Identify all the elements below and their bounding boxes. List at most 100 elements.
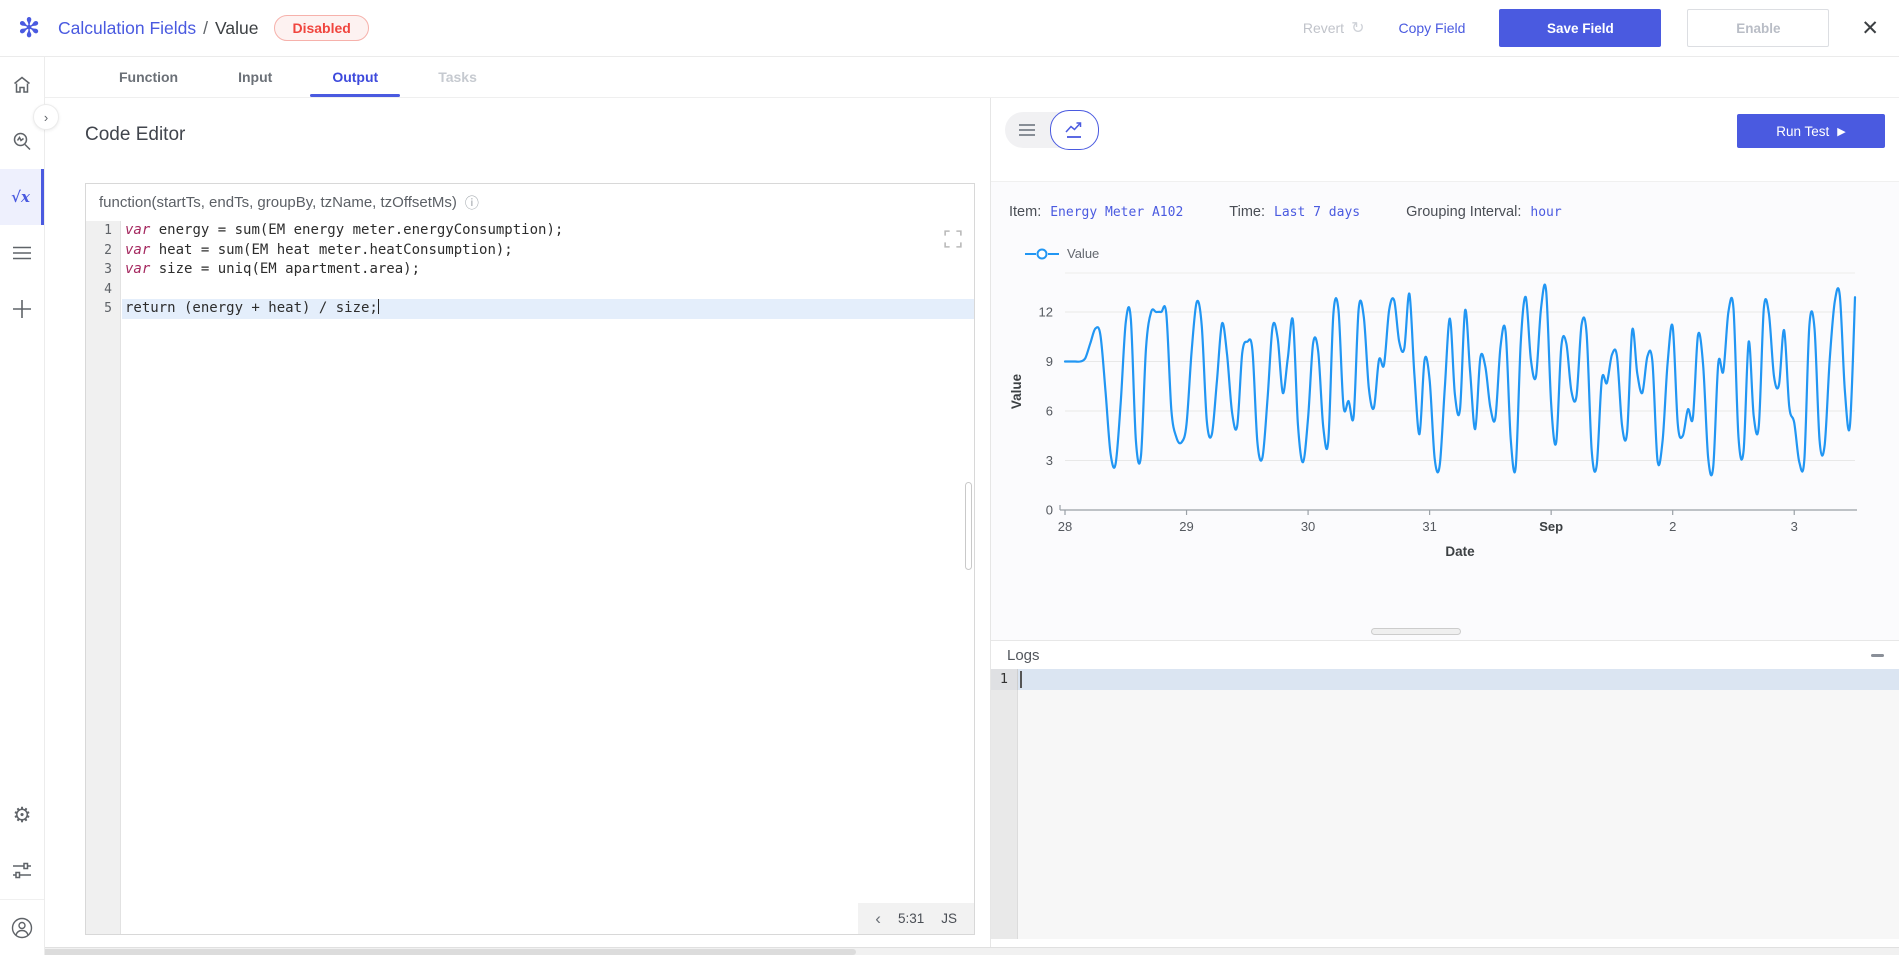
meta-item: Item: Energy Meter A102 bbox=[1009, 204, 1183, 220]
chart-plot[interactable]: 03691228293031Sep23DateValue bbox=[1005, 265, 1899, 567]
legend-label: Value bbox=[1067, 246, 1099, 261]
app-header: ✻ Calculation Fields / Value Disabled Re… bbox=[0, 0, 1899, 57]
info-icon[interactable]: ⓘ bbox=[465, 193, 479, 213]
sidebar-item-home[interactable] bbox=[0, 57, 44, 113]
chart-view-button[interactable] bbox=[1050, 110, 1099, 150]
code-line[interactable]: 5return (energy + heat) / size; bbox=[86, 299, 974, 319]
close-icon[interactable]: ✕ bbox=[1861, 18, 1879, 39]
tab-input[interactable]: Input bbox=[208, 57, 302, 97]
sidebar-item-settings[interactable]: ⚙ bbox=[0, 787, 44, 843]
chart-horizontal-scrollbar[interactable] bbox=[1371, 628, 1461, 635]
view-toggle bbox=[1005, 110, 1099, 150]
svg-text:31: 31 bbox=[1422, 519, 1436, 534]
save-field-button[interactable]: Save Field bbox=[1499, 9, 1661, 47]
sidebar-expand-button[interactable]: › bbox=[33, 104, 59, 130]
code-editor[interactable]: function(startTs, endTs, groupBy, tzName… bbox=[85, 183, 975, 935]
sidebar-item-account[interactable] bbox=[0, 899, 44, 955]
svg-text:3: 3 bbox=[1791, 519, 1798, 534]
svg-text:Date: Date bbox=[1445, 544, 1475, 559]
minimize-icon[interactable] bbox=[1871, 654, 1884, 657]
language-indicator[interactable]: JS bbox=[941, 911, 957, 926]
svg-text:29: 29 bbox=[1179, 519, 1193, 534]
plus-icon bbox=[12, 299, 32, 319]
enable-button[interactable]: Enable bbox=[1687, 9, 1829, 47]
status-badge: Disabled bbox=[274, 15, 368, 41]
list-view-icon bbox=[1018, 123, 1036, 137]
chart-legend[interactable]: Value bbox=[1025, 246, 1899, 261]
line-number-gutter bbox=[86, 221, 121, 934]
sidebar-item-preferences[interactable] bbox=[0, 843, 44, 899]
logs-cursor bbox=[1020, 671, 1022, 688]
logs-line-number: 1 bbox=[991, 669, 1018, 690]
svg-text:6: 6 bbox=[1046, 404, 1053, 419]
sidebar-bottom-group: ⚙ bbox=[0, 787, 44, 955]
editor-status-bar: ‹ 5:31 JS bbox=[858, 903, 974, 934]
sqrt-x-icon: √x bbox=[11, 188, 30, 206]
svg-text:28: 28 bbox=[1058, 519, 1072, 534]
app-logo[interactable]: ✻ bbox=[0, 15, 58, 42]
svg-text:0: 0 bbox=[1046, 503, 1053, 518]
view-toggle-track bbox=[1005, 112, 1099, 148]
fullscreen-icon[interactable] bbox=[944, 230, 962, 248]
grouping-interval-value[interactable]: hour bbox=[1530, 205, 1561, 220]
breadcrumb-separator: / bbox=[203, 18, 208, 39]
item-value[interactable]: Energy Meter A102 bbox=[1050, 205, 1183, 220]
sidebar: √x ⚙ bbox=[0, 57, 45, 955]
copy-field-button[interactable]: Copy Field bbox=[1398, 20, 1465, 36]
list-view-button[interactable] bbox=[1005, 112, 1050, 148]
breadcrumb-parent-link[interactable]: Calculation Fields bbox=[58, 18, 196, 39]
chart-view-icon bbox=[1064, 120, 1084, 140]
account-icon bbox=[11, 917, 33, 939]
code-editor-panel: Code Editor function(startTs, endTs, gro… bbox=[45, 98, 985, 947]
meta-grouping-interval: Grouping Interval: hour bbox=[1406, 204, 1562, 220]
code-line[interactable]: 2var heat = sum(EM heat meter.heatConsum… bbox=[86, 241, 974, 261]
grouping-interval-label: Grouping Interval: bbox=[1406, 204, 1521, 220]
svg-text:2: 2 bbox=[1669, 519, 1676, 534]
logs-line-number-gutter bbox=[991, 669, 1018, 939]
svg-text:3: 3 bbox=[1046, 453, 1053, 468]
svg-text:30: 30 bbox=[1301, 519, 1315, 534]
editor-vertical-scrollbar[interactable] bbox=[965, 482, 972, 570]
revert-button[interactable]: Revert ↻ bbox=[1303, 18, 1365, 38]
legend-marker-icon bbox=[1025, 248, 1059, 260]
output-panel: Run Test ▶ Item: Energy Meter A102 Time:… bbox=[990, 98, 1899, 947]
chart-card: Item: Energy Meter A102 Time: Last 7 day… bbox=[991, 181, 1899, 641]
svg-text:Value: Value bbox=[1009, 373, 1024, 409]
page-scrollbar-thumb[interactable] bbox=[0, 949, 856, 955]
revert-label: Revert bbox=[1303, 20, 1344, 36]
logs-title: Logs bbox=[1007, 647, 1040, 664]
item-label: Item: bbox=[1009, 204, 1041, 220]
page-horizontal-scrollbar[interactable] bbox=[0, 947, 1899, 955]
chevron-left-icon[interactable]: ‹ bbox=[875, 909, 881, 929]
time-label: Time: bbox=[1229, 204, 1265, 220]
function-signature: function(startTs, endTs, groupBy, tzName… bbox=[99, 194, 457, 211]
cursor-position: 5:31 bbox=[898, 911, 924, 926]
code-line[interactable]: 3var size = uniq(EM apartment.area); bbox=[86, 260, 974, 280]
code-area[interactable]: 1var energy = sum(EM energy meter.energy… bbox=[86, 221, 974, 934]
search-insights-icon bbox=[12, 131, 32, 151]
sidebar-item-calculation-fields[interactable]: √x bbox=[0, 169, 44, 225]
run-test-label: Run Test bbox=[1776, 124, 1829, 139]
tab-function[interactable]: Function bbox=[89, 57, 208, 97]
sidebar-item-list[interactable] bbox=[0, 225, 44, 281]
svg-text:12: 12 bbox=[1039, 305, 1053, 320]
code-line[interactable]: 4 bbox=[86, 280, 974, 300]
logs-panel: Logs 1 bbox=[991, 641, 1899, 939]
breadcrumb: Calculation Fields / Value bbox=[58, 18, 258, 39]
tab-output[interactable]: Output bbox=[302, 57, 408, 97]
svg-text:9: 9 bbox=[1046, 354, 1053, 369]
code-line[interactable]: 1var energy = sum(EM energy meter.energy… bbox=[86, 221, 974, 241]
page-title: Value bbox=[215, 18, 258, 39]
logs-header: Logs bbox=[991, 641, 1899, 669]
logs-output-area[interactable]: 1 bbox=[991, 669, 1899, 939]
refresh-icon: ↻ bbox=[1351, 18, 1364, 38]
tab-bar: Function Input Output Tasks bbox=[45, 57, 1899, 98]
home-icon bbox=[12, 75, 32, 95]
run-test-button[interactable]: Run Test ▶ bbox=[1737, 114, 1885, 148]
code-editor-title: Code Editor bbox=[85, 124, 185, 146]
sliders-icon bbox=[12, 862, 32, 880]
play-icon: ▶ bbox=[1837, 125, 1845, 138]
sidebar-item-add[interactable] bbox=[0, 281, 44, 337]
time-value[interactable]: Last 7 days bbox=[1274, 205, 1360, 220]
tab-tasks[interactable]: Tasks bbox=[408, 57, 507, 97]
